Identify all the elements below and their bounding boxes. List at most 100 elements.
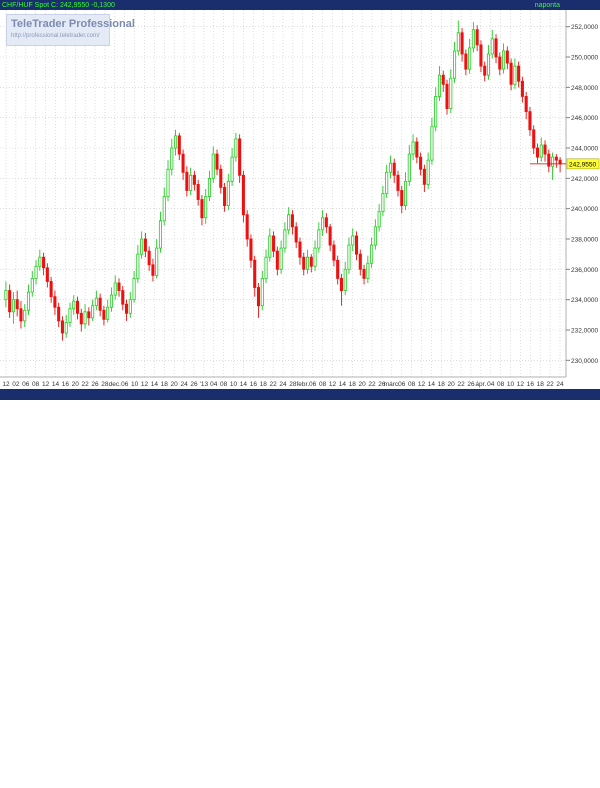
y-tick-label: 246,0000 [571, 115, 598, 122]
x-tick-label: 08 [32, 381, 40, 388]
candle-body [347, 244, 351, 270]
candle-body [464, 53, 468, 70]
x-tick-label: 24 [279, 381, 287, 388]
x-tick-label: 16 [527, 381, 535, 388]
candle-body [234, 138, 238, 158]
candle-body [8, 290, 12, 313]
candle-body [272, 235, 276, 252]
y-tick-label: 232,0000 [571, 327, 598, 334]
candle-body [4, 290, 8, 301]
x-tick-label: 26 [190, 381, 198, 388]
x-tick-label: 14 [240, 381, 248, 388]
candle-body [411, 141, 415, 155]
x-tick-label: 10 [230, 381, 238, 388]
candle-body [256, 287, 261, 307]
candle-body [524, 96, 528, 113]
x-tick-label: 18 [438, 381, 446, 388]
candle-body [517, 65, 521, 82]
footer-bar: © 2013 TeleTrader Software GmbH http://p… [0, 389, 600, 787]
x-tick-label: 04 [210, 381, 218, 388]
candle-body [181, 153, 185, 173]
x-tick-label: 06 [309, 381, 317, 388]
candle-body [121, 290, 125, 305]
candle-body [385, 171, 389, 194]
x-axis-ticks: 12 02 06 08 12 14 16 20 22 26 28 dec. 06 10 12 14 18 20 24… [2, 381, 564, 388]
candle-body [109, 294, 113, 308]
candle-body [192, 174, 196, 185]
candle-body [449, 77, 453, 109]
candle-body [558, 159, 562, 165]
candle-body [362, 268, 366, 279]
candle-body [302, 256, 306, 270]
candle-body [415, 141, 419, 158]
candlestick-chart[interactable]: 252,0000 250,0000 248,0000 246,0000 244,0000… [0, 0, 600, 400]
y-tick-label: 252,0000 [571, 24, 598, 31]
candle-body [294, 226, 298, 243]
candle-body [249, 238, 253, 261]
candle-body [15, 299, 19, 310]
candle-body [460, 32, 464, 55]
candle-body [253, 259, 257, 288]
x-tick-label: 12 [141, 381, 149, 388]
candle-body [437, 74, 441, 97]
x-tick-label: 12 [418, 381, 426, 388]
x-tick-label: 18 [161, 381, 169, 388]
candle-body [419, 156, 423, 170]
footer-url[interactable]: http://professional.teletrader.com/ [493, 779, 597, 788]
candle-body [238, 138, 242, 176]
y-tick-label: 248,0000 [571, 85, 598, 92]
x-tick-label: 02 [12, 381, 20, 388]
candle-body [177, 135, 181, 155]
candle-body [196, 184, 200, 200]
candle-body [162, 196, 166, 222]
x-tick-label: 08 [497, 381, 505, 388]
candle-body [343, 268, 347, 291]
candle-body [381, 193, 385, 213]
x-tick-label: 16 [62, 381, 70, 388]
y-axis-panel [566, 10, 600, 377]
candle-body [309, 256, 313, 267]
candle-body [471, 29, 475, 49]
y-tick-label: 236,0000 [571, 267, 598, 274]
x-tick-label: 20 [171, 381, 179, 388]
candle-body [324, 217, 328, 228]
x-tick-label: 14 [52, 381, 60, 388]
candle-body [211, 153, 215, 179]
candle-body [91, 305, 95, 319]
candle-body [317, 229, 321, 249]
candle-body [426, 159, 430, 185]
y-tick-label: 238,0000 [571, 236, 598, 243]
x-tick-label: 24 [556, 381, 564, 388]
candle-body [543, 144, 547, 155]
candle-body [204, 196, 208, 219]
candle-body [456, 32, 460, 52]
x-tick-label: 12 [2, 381, 10, 388]
y-tick-label: 234,0000 [571, 297, 598, 304]
candle-body [185, 171, 189, 191]
candle-body [132, 278, 136, 301]
candle-body [219, 168, 223, 188]
candle-body [422, 168, 426, 185]
candle-body [373, 226, 377, 246]
candle-body [475, 29, 479, 46]
candle-body [268, 235, 272, 258]
candle-body [358, 253, 362, 270]
candle-body [430, 126, 434, 161]
candle-body [207, 177, 212, 197]
candle-body [30, 278, 34, 293]
x-tick-label: 26 [91, 381, 99, 388]
candle-body [407, 153, 411, 182]
y-tick-label: 250,0000 [571, 55, 598, 62]
candle-body [128, 299, 132, 314]
candle-body [45, 267, 49, 282]
x-tick-label: 20 [72, 381, 80, 388]
candle-body [513, 65, 517, 85]
candle-body [147, 250, 151, 266]
candle-body [23, 309, 27, 322]
candle-body [79, 312, 83, 325]
candle-body [532, 129, 536, 149]
x-tick-label: dec. [109, 381, 121, 388]
x-tick-label: 22 [269, 381, 277, 388]
candle-body [57, 306, 61, 322]
x-tick-label: 12 [329, 381, 337, 388]
